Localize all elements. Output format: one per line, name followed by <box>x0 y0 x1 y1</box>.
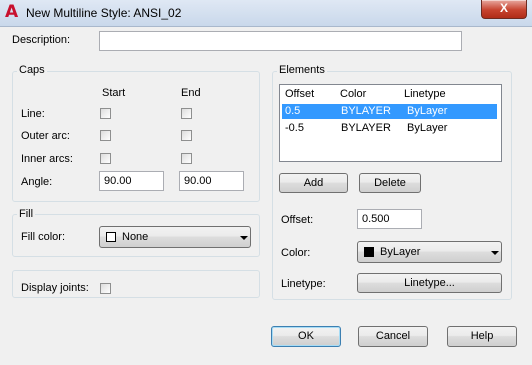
add-button[interactable]: Add <box>279 173 348 193</box>
inner-arcs-end-checkbox[interactable] <box>181 153 192 164</box>
delete-button[interactable]: Delete <box>359 173 421 193</box>
display-joints-label: Display joints: <box>21 282 89 294</box>
fill-title: Fill <box>17 208 36 220</box>
caps-title: Caps <box>17 64 47 76</box>
element-row[interactable]: -0.5 BYLAYER ByLayer <box>282 121 497 136</box>
column-header-offset[interactable]: Offset <box>285 88 314 100</box>
description-input[interactable] <box>99 31 462 51</box>
chevron-down-icon <box>491 251 499 255</box>
element-row-linetype: ByLayer <box>407 105 448 117</box>
linetype-button[interactable]: Linetype... <box>357 273 502 293</box>
outer-arc-label: Outer arc: <box>21 130 70 142</box>
description-label: Description: <box>12 34 71 46</box>
line-label: Line: <box>21 108 45 120</box>
caps-start-header: Start <box>102 87 126 99</box>
element-row-color: BYLAYER <box>341 122 391 134</box>
element-row-color: BYLAYER <box>341 105 391 117</box>
elements-title: Elements <box>277 64 327 76</box>
title-bar: A New Multiline Style: ANSI_02 X <box>0 0 532 27</box>
linetype-label: Linetype: <box>281 278 326 290</box>
angle-start-input[interactable]: 90.00 <box>99 171 164 191</box>
outer-arc-end-checkbox[interactable] <box>181 130 192 141</box>
column-header-linetype[interactable]: Linetype <box>404 88 446 100</box>
caps-end-header: End <box>181 87 201 99</box>
line-start-checkbox[interactable] <box>100 108 111 119</box>
inner-arcs-label: Inner arcs: <box>21 153 73 165</box>
angle-label: Angle: <box>21 176 53 188</box>
fill-color-dropdown[interactable]: None <box>99 226 251 248</box>
display-joints-checkbox[interactable] <box>100 283 111 294</box>
inner-arcs-start-checkbox[interactable] <box>100 153 111 164</box>
column-header-color[interactable]: Color <box>340 88 366 100</box>
angle-end-input[interactable]: 90.00 <box>179 171 244 191</box>
app-icon: A <box>5 2 19 22</box>
element-row-linetype: ByLayer <box>407 122 448 134</box>
color-value: ByLayer <box>380 246 421 258</box>
fill-color-swatch <box>106 232 116 242</box>
fill-color-value: None <box>122 231 149 243</box>
close-button[interactable]: X <box>481 0 527 19</box>
offset-label: Offset: <box>281 214 314 226</box>
ok-button[interactable]: OK <box>271 326 341 347</box>
element-row-offset: -0.5 <box>285 122 304 134</box>
chevron-down-icon <box>240 236 248 240</box>
outer-arc-start-checkbox[interactable] <box>100 130 111 141</box>
line-end-checkbox[interactable] <box>181 108 192 119</box>
element-row-selected[interactable]: 0.5 BYLAYER ByLayer <box>282 104 497 119</box>
elements-list[interactable]: Offset Color Linetype 0.5 BYLAYER ByLaye… <box>279 84 502 162</box>
cancel-button[interactable]: Cancel <box>358 326 428 347</box>
color-label: Color: <box>281 247 311 259</box>
element-row-offset: 0.5 <box>285 105 301 117</box>
color-dropdown[interactable]: ByLayer <box>357 241 502 263</box>
fill-color-label: Fill color: <box>21 231 66 243</box>
help-button[interactable]: Help <box>447 326 517 347</box>
color-swatch <box>364 247 374 257</box>
offset-input[interactable]: 0.500 <box>357 209 422 229</box>
window-title: New Multiline Style: ANSI_02 <box>26 6 182 20</box>
